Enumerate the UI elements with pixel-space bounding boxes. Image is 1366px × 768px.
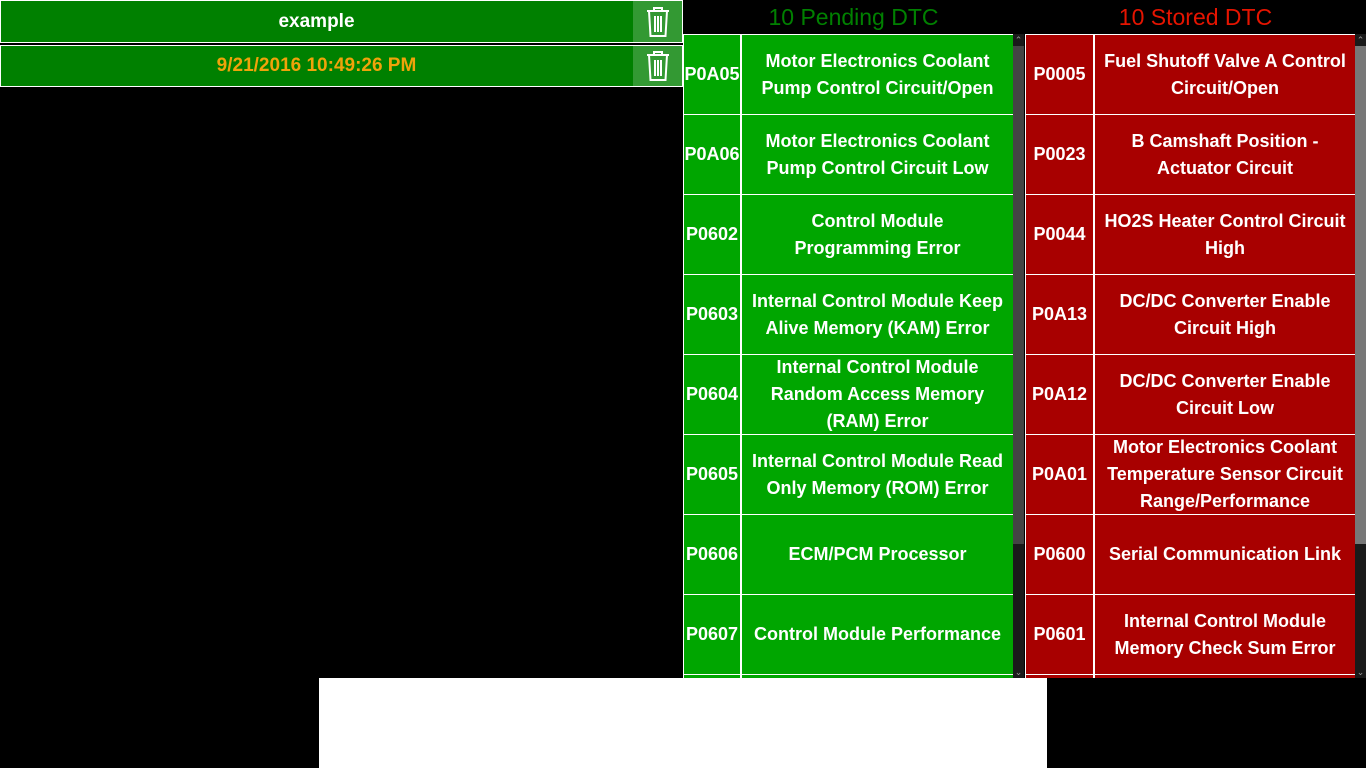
dtc-description: Internal Control Module Memory Check Sum… bbox=[1114, 610, 1336, 658]
dtc-code: P0A01 bbox=[1025, 435, 1095, 514]
dtc-code: P0604 bbox=[683, 355, 742, 434]
dtc-description: ECM/PCM Processor bbox=[788, 544, 967, 564]
scroll-thumb[interactable] bbox=[1355, 46, 1366, 544]
dtc-row[interactable]: P0603 Internal Control Module Keep Alive … bbox=[683, 274, 1013, 354]
session-label: 9/21/2016 10:49:26 PM bbox=[216, 55, 417, 76]
blank-panel bbox=[319, 678, 1047, 768]
dtc-row[interactable]: P0605 Internal Control Module Read Only M… bbox=[683, 434, 1013, 514]
session-item[interactable]: 9/21/2016 10:49:26 PM bbox=[0, 45, 683, 87]
trash-icon bbox=[646, 51, 669, 81]
dtc-code: P0601 bbox=[1025, 595, 1095, 674]
dtc-row[interactable]: P0601 Internal Control Module Memory Chec… bbox=[1025, 594, 1355, 674]
dtc-row[interactable]: P0604 Internal Control Module Random Acce… bbox=[683, 354, 1013, 434]
dtc-code: P0605 bbox=[683, 435, 742, 514]
dtc-description: Internal Control Module Read Only Memory… bbox=[751, 450, 1003, 498]
dtc-row[interactable]: P0606 ECM/PCM Processor bbox=[683, 514, 1013, 594]
dtc-code: P0A05 bbox=[683, 35, 742, 114]
dtc-description bbox=[1095, 675, 1355, 678]
dtc-code: P0005 bbox=[1025, 35, 1095, 114]
stored-dtc-list: P0005 Fuel Shutoff Valve A Control Circui… bbox=[1025, 34, 1355, 678]
dtc-code: P0603 bbox=[683, 275, 742, 354]
dtc-row[interactable]: P0005 Fuel Shutoff Valve A Control Circui… bbox=[1025, 34, 1355, 114]
dtc-description: DC/DC Converter Enable Circuit Low bbox=[1119, 370, 1331, 418]
dtc-description: DC/DC Converter Enable Circuit High bbox=[1119, 290, 1331, 338]
trash-icon bbox=[646, 6, 669, 37]
scroll-down-icon[interactable]: ⌄ bbox=[1013, 666, 1024, 678]
dtc-description: Motor Electronics Coolant Pump Control C… bbox=[765, 130, 990, 178]
dtc-code: P0A13 bbox=[1025, 275, 1095, 354]
dtc-code: P0607 bbox=[683, 595, 742, 674]
session-item[interactable]: example bbox=[0, 0, 683, 43]
dtc-row[interactable] bbox=[1025, 674, 1355, 678]
dtc-row[interactable]: P0607 Control Module Performance bbox=[683, 594, 1013, 674]
dtc-description: Motor Electronics Coolant Pump Control C… bbox=[761, 50, 994, 98]
pending-scrollbar[interactable]: ⌃ ⌄ bbox=[1013, 34, 1024, 678]
session-label: example bbox=[278, 10, 355, 32]
dtc-description: B Camshaft Position - Actuator Circuit bbox=[1131, 130, 1319, 178]
dtc-row[interactable]: P0044 HO2S Heater Control Circuit High bbox=[1025, 194, 1355, 274]
dtc-description: Internal Control Module Keep Alive Memor… bbox=[751, 290, 1003, 338]
dtc-description: Control Module Performance bbox=[753, 624, 1002, 644]
stored-scrollbar[interactable]: ⌃ ⌄ bbox=[1355, 34, 1366, 678]
delete-session-button[interactable] bbox=[633, 1, 682, 42]
dtc-code: P0044 bbox=[1025, 195, 1095, 274]
dtc-row[interactable]: P0A06 Motor Electronics Coolant Pump Cont… bbox=[683, 114, 1013, 194]
pending-dtc-list: P0A05 Motor Electronics Coolant Pump Cont… bbox=[683, 34, 1013, 678]
scroll-up-icon[interactable]: ⌃ bbox=[1355, 34, 1366, 46]
dtc-description: Serial Communication Link bbox=[1108, 544, 1342, 564]
scroll-down-icon[interactable]: ⌄ bbox=[1355, 666, 1366, 678]
dtc-description: Fuel Shutoff Valve A Control Circuit/Ope… bbox=[1104, 50, 1346, 98]
dtc-row[interactable]: P0A01 Motor Electronics Coolant Temperatu… bbox=[1025, 434, 1355, 514]
dtc-code: P0600 bbox=[1025, 515, 1095, 594]
dtc-code: P0023 bbox=[1025, 115, 1095, 194]
scroll-up-icon[interactable]: ⌃ bbox=[1013, 34, 1024, 46]
dtc-description: HO2S Heater Control Circuit High bbox=[1104, 210, 1346, 258]
delete-session-button[interactable] bbox=[633, 46, 682, 86]
stored-dtc-title: 10 Stored DTC bbox=[1118, 4, 1273, 30]
dtc-description: Motor Electronics Coolant Temperature Se… bbox=[1107, 437, 1343, 511]
pending-dtc-title: 10 Pending DTC bbox=[768, 4, 939, 30]
dtc-row[interactable]: P0602 Control Module Programming Error bbox=[683, 194, 1013, 274]
session-list: example 9/21/2016 10:49:26 PM bbox=[0, 0, 683, 89]
dtc-code: P0A12 bbox=[1025, 355, 1095, 434]
dtc-row[interactable]: P0A05 Motor Electronics Coolant Pump Cont… bbox=[683, 34, 1013, 114]
scroll-thumb[interactable] bbox=[1013, 46, 1024, 544]
dtc-row[interactable]: P0023 B Camshaft Position - Actuator Circ… bbox=[1025, 114, 1355, 194]
dtc-code: P0606 bbox=[683, 515, 742, 594]
dtc-row[interactable]: P0600 Serial Communication Link bbox=[1025, 514, 1355, 594]
dtc-description: Control Module Programming Error bbox=[794, 210, 961, 258]
dtc-code: P0A06 bbox=[683, 115, 742, 194]
dtc-code: P0602 bbox=[683, 195, 742, 274]
dtc-row[interactable]: P0A13 DC/DC Converter Enable Circuit High bbox=[1025, 274, 1355, 354]
dtc-row[interactable]: P0A12 DC/DC Converter Enable Circuit Low bbox=[1025, 354, 1355, 434]
dtc-description: Internal Control Module Random Access Me… bbox=[770, 357, 985, 431]
